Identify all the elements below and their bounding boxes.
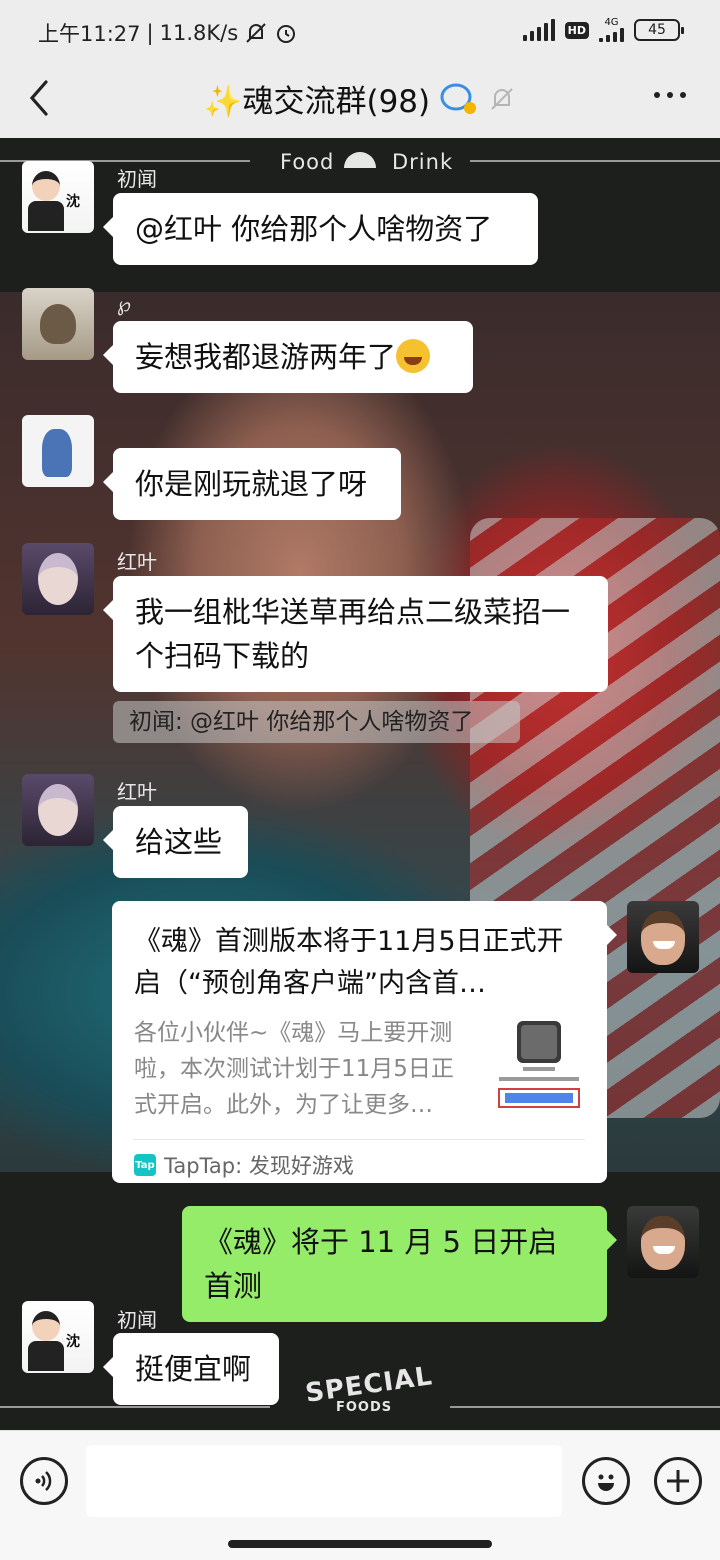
message-bubble-self[interactable]: 《魂》将于 11 月 5 日开启首测 (182, 1206, 617, 1322)
quoted-message[interactable]: 初闻: @红叶 你给那个人啥物资了 (113, 701, 520, 743)
signal-icon (522, 19, 555, 41)
taptap-icon: Tap (134, 1154, 156, 1176)
card-source: Tap TapTap: 发现好游戏 (134, 1139, 585, 1180)
decor-drink: Drink (392, 150, 454, 174)
voice-toggle-button[interactable] (20, 1457, 68, 1505)
card-title: 《魂》首测版本将于11月5日正式开启（“预创角客户端”内含首… (134, 926, 564, 999)
battery-level: 45 (648, 22, 666, 38)
avatar-chuwen[interactable]: 沈 (22, 1301, 94, 1373)
avatar-monkey[interactable] (22, 288, 94, 360)
status-right: HD 4G 45 (522, 17, 684, 42)
avatar-self[interactable] (627, 901, 699, 973)
avatar-self[interactable] (627, 1206, 699, 1278)
decor-line (470, 160, 720, 162)
emoji-button[interactable] (582, 1457, 630, 1505)
more-functions-button[interactable] (654, 1457, 702, 1505)
status-left: 上午11:27 | 11.8K/s (38, 18, 298, 48)
sender-name: ℘ (117, 292, 131, 316)
card-thumbnail (498, 1021, 580, 1108)
battery-icon: 45 (634, 19, 684, 41)
chat-area[interactable]: Food Drink 沈 初闻 @红叶 你给那个人啥物资了 ℘ 妄想我都退游两年… (0, 138, 720, 1430)
message-bubble[interactable]: 挺便宜啊 (103, 1333, 279, 1405)
avatar-text: 沈 (66, 194, 80, 210)
avatar-dino[interactable] (22, 415, 94, 487)
nav-bar: ✨魂交流群(98) (0, 62, 720, 138)
link-card[interactable]: 《魂》首测版本将于11月5日正式开启（“预创角客户端”内含首… 各位小伙伴~《魂… (112, 901, 617, 1183)
decor-food: Food (280, 150, 335, 174)
voice-icon (35, 1471, 52, 1491)
message-bubble[interactable]: 妄想我都退游两年了 (103, 321, 473, 393)
smiley-icon (598, 1474, 614, 1491)
more-options-icon[interactable] (654, 92, 686, 98)
decor-foods: FOODS (336, 1400, 393, 1415)
mute-bell-icon (246, 23, 266, 43)
card-source-label: TapTap: 发现好游戏 (164, 1154, 354, 1178)
sender-name: 初闻 (117, 1308, 157, 1332)
message-text: 妄想我都退游两年了 (135, 340, 397, 374)
mute-icon (491, 87, 513, 110)
sender-name: 红叶 (117, 550, 157, 574)
title-wrap: ✨魂交流群(98) (0, 76, 720, 121)
signal-4g-icon (599, 28, 624, 42)
card-description: 各位小伙伴~《魂》马上要开测啦，本次测试计划于11月5日正式开启。此外，为了让更… (134, 1020, 454, 1118)
message-input[interactable] (86, 1445, 562, 1517)
message-bubble[interactable]: @红叶 你给那个人啥物资了 (103, 193, 538, 265)
decor-line (0, 1406, 270, 1408)
chat-title: ✨魂交流群(98) (203, 84, 431, 120)
message-bubble[interactable]: 我一组枇华送草再给点二级菜招一个扫码下载的 (103, 576, 608, 692)
decor-line (450, 1406, 720, 1408)
group-chat-icon (440, 83, 477, 114)
status-time: 上午11:27 (38, 22, 141, 46)
message-bubble[interactable]: 给这些 (103, 806, 248, 878)
ampersand-icon (344, 152, 376, 168)
avatar-hongye[interactable] (22, 774, 94, 846)
message-bubble[interactable]: 你是刚玩就退了呀 (103, 448, 401, 520)
alarm-icon (277, 25, 296, 43)
avatar-text: 沈 (66, 1334, 80, 1350)
status-bar: 上午11:27 | 11.8K/s HD 4G 45 (0, 0, 720, 62)
network-type: 4G (604, 17, 619, 28)
avatar-hongye[interactable] (22, 543, 94, 615)
crying-laughing-emoji-icon (396, 339, 431, 373)
sender-name: 红叶 (117, 780, 157, 804)
home-indicator[interactable] (228, 1540, 492, 1548)
plus-icon (667, 1470, 689, 1492)
sender-name: 初闻 (117, 167, 157, 191)
avatar-chuwen[interactable]: 沈 (22, 161, 94, 233)
hd-badge: HD (564, 21, 589, 39)
status-net-speed: 11.8K/s (159, 21, 239, 45)
